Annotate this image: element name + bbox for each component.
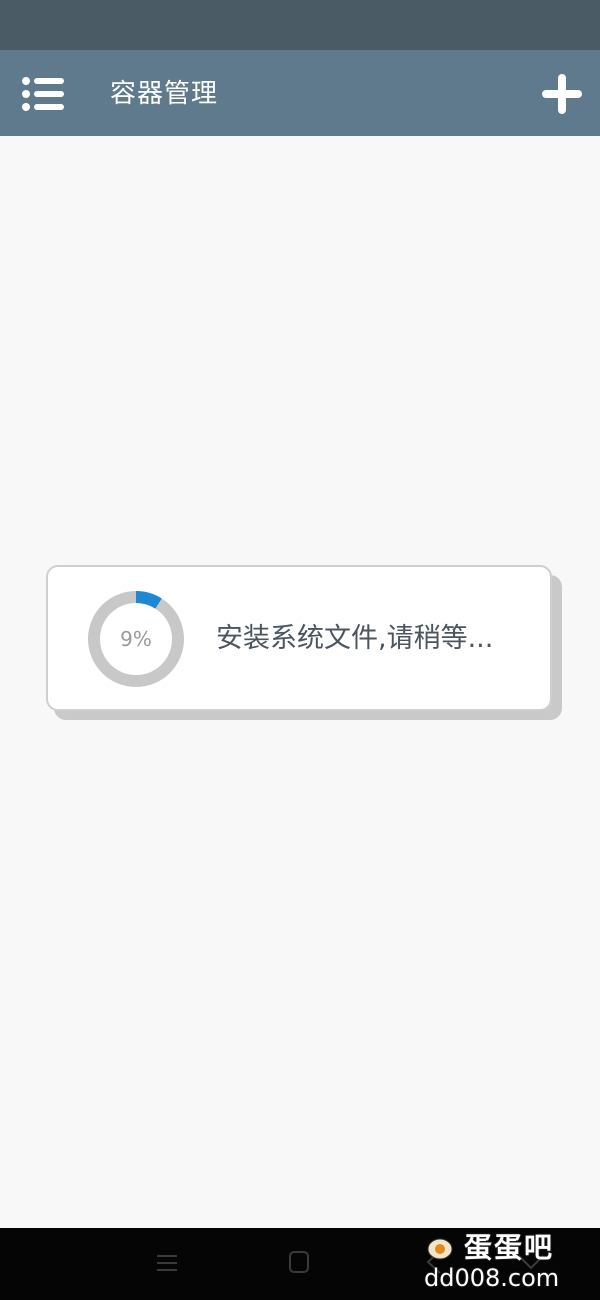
status-bar (0, 0, 600, 50)
progress-percent: 9% (120, 627, 152, 651)
nav-home-button[interactable] (288, 1250, 310, 1274)
dialog-message: 安装系统文件,请稍等... (216, 623, 494, 654)
home-icon (289, 1251, 309, 1273)
egg-logo-icon (427, 1238, 453, 1260)
list-menu-icon (22, 77, 64, 111)
menu-icon (157, 1255, 177, 1271)
watermark-domain: dd008.com (424, 1264, 560, 1292)
watermark-name: 蛋蛋吧 (464, 1231, 555, 1264)
page-title: 容器管理 (110, 79, 219, 109)
navigation-bar: 蛋蛋吧 dd008.com (0, 1228, 600, 1300)
progress-dialog: 9% 安装系统文件,请稍等... (46, 565, 552, 711)
watermark: 蛋蛋吧 dd008.com (424, 1230, 594, 1296)
plus-icon (542, 74, 582, 114)
menu-button[interactable] (20, 74, 66, 114)
nav-menu-button[interactable] (156, 1252, 178, 1274)
add-container-button[interactable] (540, 72, 584, 116)
app-bar: 容器管理 (0, 50, 600, 136)
